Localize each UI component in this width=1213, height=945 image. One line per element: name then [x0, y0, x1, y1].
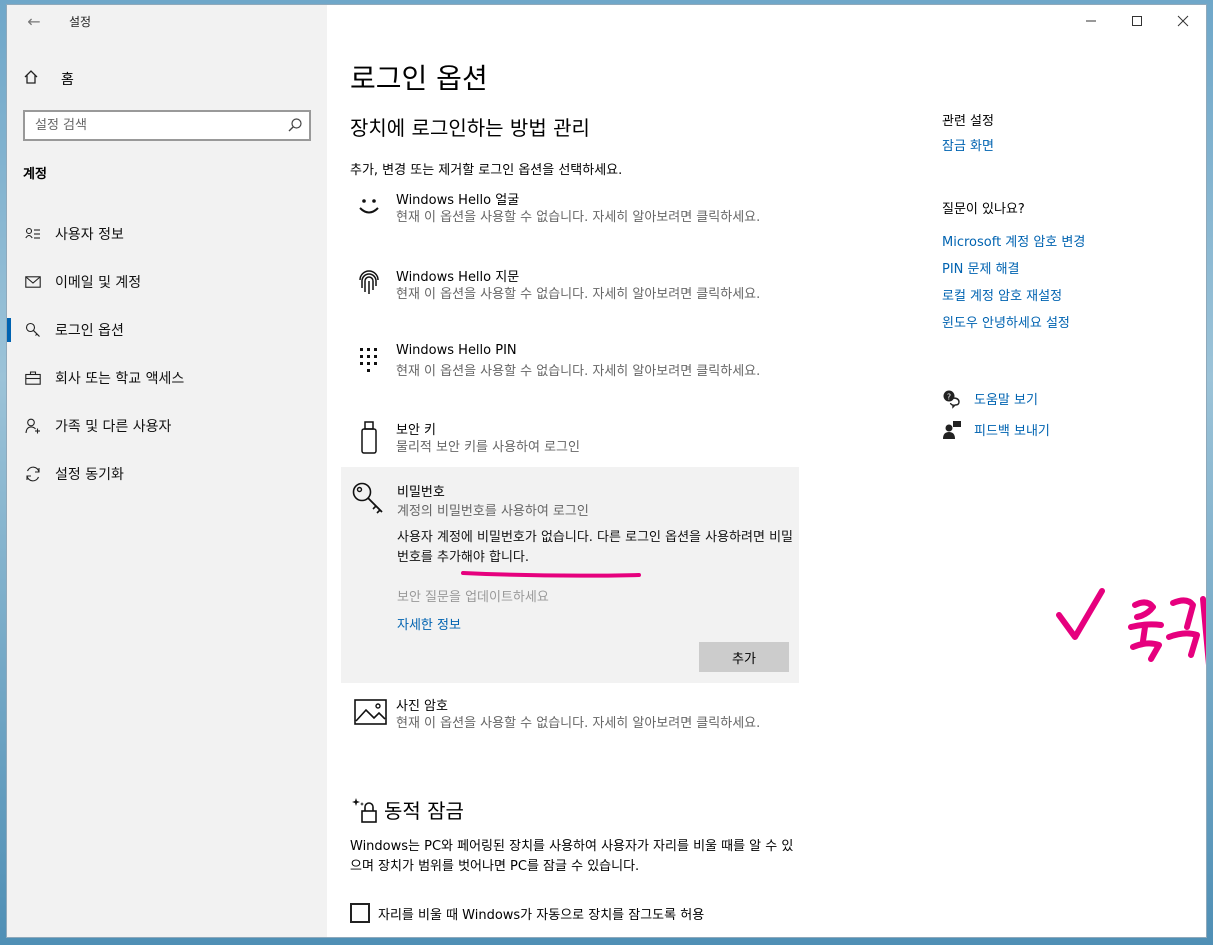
sidebar-item-work-school[interactable]: 회사 또는 학교 액세스 — [7, 354, 327, 402]
svg-text:?: ? — [947, 392, 951, 401]
related-heading: 관련 설정 — [942, 114, 994, 129]
smiley-face-icon — [354, 191, 384, 221]
dynamic-lock-checkbox[interactable] — [350, 903, 370, 923]
app-title: 설정 — [69, 15, 92, 29]
title-bar: ← 설정 — [7, 5, 327, 39]
sidebar-nav: 사용자 정보 이메일 및 계정 로그인 옵션 회사 또는 학교 액세스 가족 및… — [7, 210, 327, 498]
password-message: 사용자 계정에 비밀번호가 없습니다. 다른 로그인 옵션을 사용하려면 비밀번… — [397, 530, 793, 565]
send-feedback-link[interactable]: 피드백 보내기 — [942, 414, 1050, 445]
close-icon — [1177, 15, 1189, 27]
sidebar: ← 설정 홈 계정 사용자 정보 — [7, 5, 327, 937]
dynamic-lock-checkbox-row[interactable]: 자리를 비울 때 Windows가 자동으로 장치를 잠그도록 허용 — [350, 903, 704, 923]
option-description: 현재 이 옵션을 사용할 수 없습니다. 자세히 알아보려면 클릭하세요. — [396, 716, 761, 731]
window-controls — [1068, 5, 1206, 37]
main-content: 로그인 옵션 장치에 로그인하는 방법 관리 추가, 변경 또는 제거할 로그인… — [327, 5, 1206, 937]
dynamic-lock-icon — [350, 796, 380, 824]
section-heading: 계정 — [23, 167, 47, 182]
sidebar-item-label: 사용자 정보 — [55, 227, 124, 243]
search-input[interactable] — [25, 112, 275, 139]
fingerprint-icon — [354, 268, 384, 298]
sidebar-item-sync[interactable]: 설정 동기화 — [7, 450, 327, 498]
option-title: Windows Hello PIN — [396, 343, 517, 358]
annotation-checkmark-click — [1056, 588, 1206, 666]
sync-icon — [24, 465, 42, 483]
password-description: 계정의 비밀번호를 사용하여 로그인 — [397, 504, 589, 519]
more-info-link[interactable]: 자세한 정보 — [397, 614, 461, 633]
feedback-person-icon — [942, 420, 962, 440]
pin-troubleshoot-link[interactable]: PIN 문제 해결 — [942, 260, 1202, 279]
key-icon — [24, 321, 42, 339]
reset-local-password-link[interactable]: 로컬 계정 암호 재설정 — [942, 287, 1202, 306]
home-label: 홈 — [61, 72, 74, 88]
get-help-label: 도움말 보기 — [974, 393, 1038, 408]
sidebar-item-label: 가족 및 다른 사용자 — [55, 419, 172, 435]
add-password-button[interactable]: 추가 — [699, 642, 789, 672]
setup-hello-link[interactable]: 윈도우 안녕하세요 설정 — [942, 314, 1202, 333]
sidebar-item-sign-in-options[interactable]: 로그인 옵션 — [7, 306, 327, 354]
annotation-underline — [461, 571, 641, 578]
mail-icon — [24, 273, 42, 291]
dynamic-lock-title: 동적 잠금 — [384, 799, 464, 823]
option-title: 사진 암호 — [396, 699, 448, 714]
close-button[interactable] — [1160, 5, 1206, 37]
page-subtitle: 장치에 로그인하는 방법 관리 — [350, 116, 590, 140]
sidebar-item-label: 이메일 및 계정 — [55, 275, 142, 291]
page-title: 로그인 옵션 — [350, 62, 488, 95]
question-heading: 질문이 있나요? — [942, 202, 1025, 217]
sidebar-item-email[interactable]: 이메일 및 계정 — [7, 258, 327, 306]
option-password-expanded[interactable]: 비밀번호 계정의 비밀번호를 사용하여 로그인 사용자 계정에 비밀번호가 없습… — [341, 467, 799, 683]
chat-help-icon: ? — [942, 389, 962, 409]
sidebar-item-your-info[interactable]: 사용자 정보 — [7, 210, 327, 258]
option-title: 보안 키 — [396, 423, 437, 438]
option-face[interactable]: Windows Hello 얼굴 현재 이 옵션을 사용할 수 없습니다. 자세… — [350, 189, 790, 249]
sidebar-item-label: 회사 또는 학교 액세스 — [55, 371, 185, 387]
settings-window: ← 설정 홈 계정 사용자 정보 — [6, 4, 1207, 938]
back-arrow-icon: ← — [27, 12, 41, 31]
option-description: 현재 이 옵션을 사용할 수 없습니다. 자세히 알아보려면 클릭하세요. — [396, 210, 761, 225]
home-link[interactable]: 홈 — [23, 67, 74, 91]
search-icon[interactable] — [287, 117, 303, 133]
change-ms-password-link[interactable]: Microsoft 계정 암호 변경 — [942, 233, 1202, 252]
search-box — [23, 110, 311, 141]
maximize-icon — [1132, 16, 1142, 26]
person-add-icon — [24, 417, 42, 435]
send-feedback-label: 피드백 보내기 — [974, 424, 1050, 439]
option-description: 현재 이 옵션을 사용할 수 없습니다. 자세히 알아보려면 클릭하세요. — [396, 364, 761, 379]
lock-screen-link[interactable]: 잠금 화면 — [942, 137, 1202, 156]
sidebar-item-label: 설정 동기화 — [55, 467, 124, 483]
option-security-key[interactable]: 보안 키 물리적 보안 키를 사용하여 로그인 — [350, 419, 790, 461]
sidebar-item-label: 로그인 옵션 — [55, 323, 124, 339]
briefcase-icon — [24, 369, 42, 387]
related-settings: 관련 설정 잠금 화면 질문이 있나요? Microsoft 계정 암호 변경 … — [942, 110, 1202, 341]
sidebar-item-family[interactable]: 가족 및 다른 사용자 — [7, 402, 327, 450]
picture-icon — [354, 697, 387, 727]
back-button[interactable]: ← — [23, 11, 45, 33]
maximize-button[interactable] — [1114, 5, 1160, 37]
option-title: Windows Hello 얼굴 — [396, 193, 520, 208]
update-security-questions-link: 보안 질문을 업데이트하세요 — [397, 590, 549, 605]
option-title: Windows Hello 지문 — [396, 270, 520, 285]
help-section: ? 도움말 보기 피드백 보내기 — [942, 383, 1050, 445]
page-description: 추가, 변경 또는 제거할 로그인 옵션을 선택하세요. — [350, 163, 623, 178]
dynamic-lock-checkbox-label: 자리를 비울 때 Windows가 자동으로 장치를 잠그도록 허용 — [378, 907, 705, 923]
keypad-icon — [354, 345, 384, 375]
option-pin[interactable]: Windows Hello PIN 현재 이 옵션을 사용할 수 없습니다. 자… — [350, 343, 790, 403]
minimize-icon — [1086, 20, 1096, 22]
option-description: 현재 이 옵션을 사용할 수 없습니다. 자세히 알아보려면 클릭하세요. — [396, 287, 761, 302]
minimize-button[interactable] — [1068, 5, 1114, 37]
home-icon — [23, 69, 43, 89]
option-description: 물리적 보안 키를 사용하여 로그인 — [396, 440, 580, 455]
option-picture-password[interactable]: 사진 암호 현재 이 옵션을 사용할 수 없습니다. 자세히 알아보려면 클릭하… — [350, 695, 790, 755]
password-title: 비밀번호 — [397, 485, 445, 500]
get-help-link[interactable]: ? 도움말 보기 — [942, 383, 1050, 414]
option-fingerprint[interactable]: Windows Hello 지문 현재 이 옵션을 사용할 수 없습니다. 자세… — [350, 266, 790, 326]
key-icon — [351, 481, 385, 515]
dynamic-lock-heading: 동적 잠금 — [350, 795, 464, 824]
dynamic-lock-description: Windows는 PC와 페어링된 장치를 사용하여 사용자가 자리를 비울 때… — [350, 839, 794, 874]
usb-key-icon — [354, 421, 384, 454]
person-list-icon — [24, 225, 42, 243]
